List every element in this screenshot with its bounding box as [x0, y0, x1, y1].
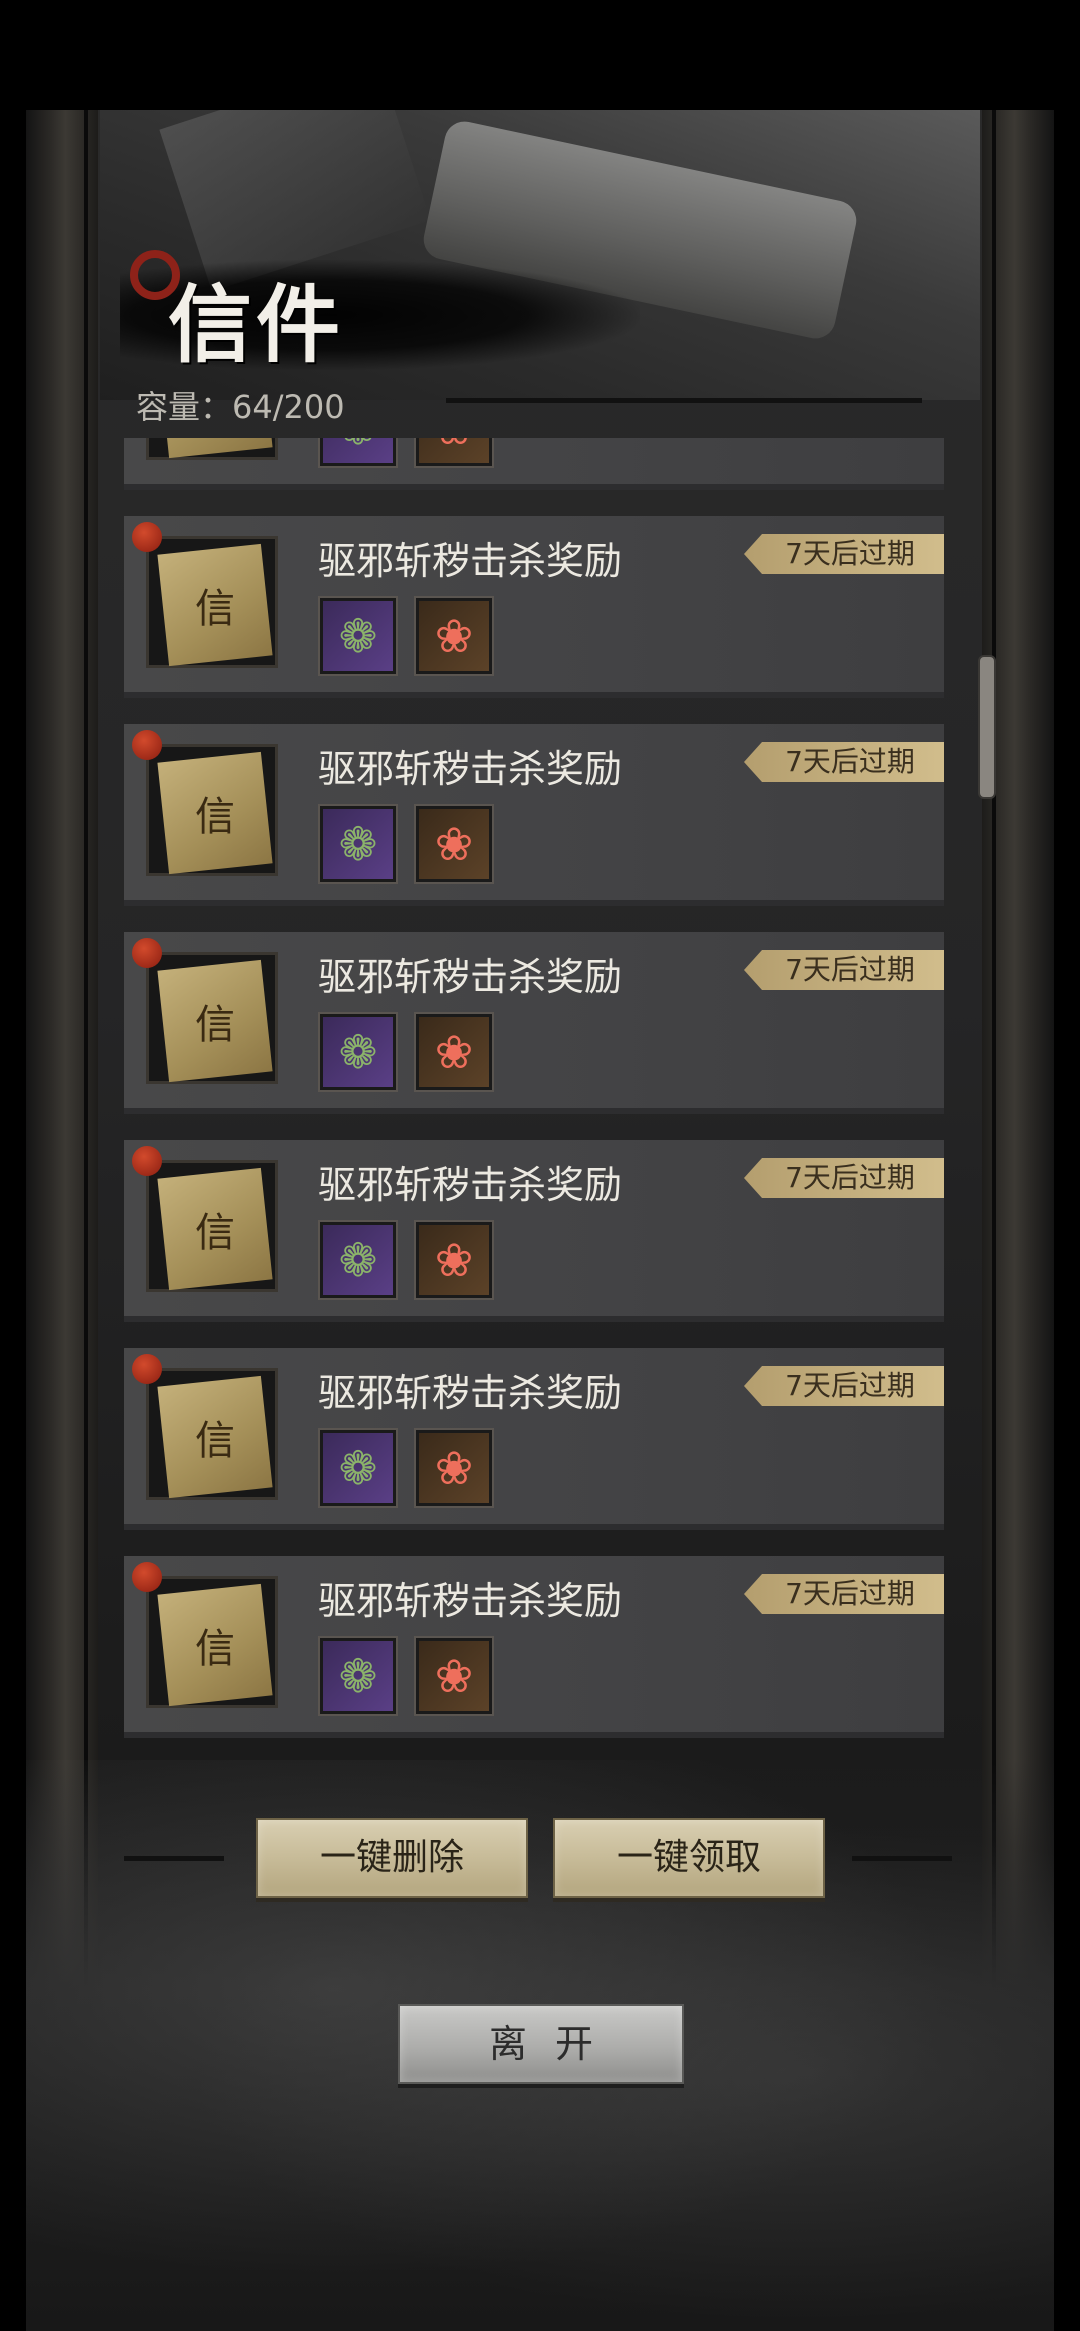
dragon-icon: ❁ — [323, 438, 393, 463]
mail-item[interactable]: 信 驱邪斩秽击杀奖励 7天后过期 ❁ ❀ — [124, 1556, 944, 1738]
left-divider — [124, 1856, 224, 1861]
lotus-icon: ❀ — [434, 1649, 474, 1703]
letter-thumbnail: 信 — [135, 943, 281, 1093]
lotus-reward-item[interactable]: ❀ — [414, 438, 494, 468]
mail-title: 驱邪斩秽击杀奖励 — [318, 955, 623, 999]
expire-tag: 7天后过期 — [744, 1366, 944, 1406]
letter-icon: 信 — [157, 543, 273, 667]
letter-icon-text: 信 — [195, 1626, 235, 1672]
letter-thumbnail: 信 — [135, 1359, 281, 1509]
letter-icon-text: 信 — [195, 1002, 235, 1048]
lotus-icon: ❀ — [419, 438, 489, 463]
expire-tag: 7天后过期 — [744, 1158, 944, 1198]
lotus-icon: ❀ — [434, 1025, 474, 1079]
mail-item[interactable]: 信 驱邪斩秽击杀奖励 7天后过期 ❁ ❀ — [124, 1140, 944, 1322]
dragon-reward-item[interactable]: ❁ — [318, 438, 398, 468]
dragon-icon: ❁ — [338, 817, 378, 871]
lotus-reward-item[interactable]: ❀ — [414, 596, 494, 676]
unread-dot-icon — [132, 730, 162, 760]
lotus-reward-item[interactable]: ❀ — [414, 1220, 494, 1300]
letter-thumbnail: 信 — [135, 438, 281, 469]
letter-icon-text: 信 — [195, 586, 235, 632]
dragon-icon: ❁ — [338, 1233, 378, 1287]
dragon-reward-item[interactable]: ❁ — [318, 804, 398, 884]
capacity-text: 容量：64/200 — [136, 382, 345, 428]
mail-title: 驱邪斩秽击杀奖励 — [318, 1163, 623, 1207]
lotus-icon: ❀ — [434, 609, 474, 663]
letter-icon: 信 — [157, 959, 273, 1083]
letter-icon: 信 — [157, 1167, 273, 1291]
capacity-label: 容量： — [136, 388, 233, 426]
dragon-icon: ❁ — [338, 1649, 378, 1703]
letter-thumbnail: 信 — [135, 1151, 281, 1301]
letter-icon-text: 信 — [195, 1418, 235, 1464]
lotus-reward-item[interactable]: ❀ — [414, 1636, 494, 1716]
mail-title: 驱邪斩秽击杀奖励 — [318, 1579, 623, 1623]
lotus-reward-item[interactable]: ❀ — [414, 804, 494, 884]
dragon-reward-item[interactable]: ❁ — [318, 1012, 398, 1092]
dragon-reward-item[interactable]: ❁ — [318, 1220, 398, 1300]
letter-icon: 信 — [157, 438, 273, 459]
letter-icon-text: 信 — [195, 1210, 235, 1256]
dragon-reward-item[interactable]: ❁ — [318, 1428, 398, 1508]
dragon-reward-item[interactable]: ❁ — [318, 596, 398, 676]
page-title: 信件 — [168, 275, 345, 374]
mail-item[interactable]: 信 驱邪斩秽击杀奖励 7天后过期 ❁ ❀ — [124, 1348, 944, 1530]
scrollbar-thumb[interactable] — [978, 655, 996, 799]
letter-icon: 信 — [157, 1583, 273, 1707]
leave-button[interactable]: 离开 — [398, 2004, 684, 2084]
unread-dot-icon — [132, 1146, 162, 1176]
mail-item[interactable]: 信驱邪斩秽击杀奖励7天后过期❁❀ — [124, 438, 944, 490]
lotus-reward-item[interactable]: ❀ — [414, 1012, 494, 1092]
letter-icon-text: 信 — [195, 794, 235, 840]
mail-item[interactable]: 信 驱邪斩秽击杀奖励 7天后过期 ❁ ❀ — [124, 932, 944, 1114]
letter-icon: 信 — [157, 751, 273, 875]
mail-title: 驱邪斩秽击杀奖励 — [318, 747, 623, 791]
letter-thumbnail: 信 — [135, 527, 281, 677]
dragon-reward-item[interactable]: ❁ — [318, 1636, 398, 1716]
lotus-reward-item[interactable]: ❀ — [414, 1428, 494, 1508]
mail-list[interactable]: 信驱邪斩秽击杀奖励 7天后过期 ❁ ❀ 信驱邪斩秽击杀奖励 7天后过期 ❁ ❀ 信驱邪斩秽击杀奖… — [124, 438, 944, 1778]
capacity-value: 64/200 — [232, 388, 345, 426]
lotus-icon: ❀ — [434, 1441, 474, 1495]
lotus-icon: ❀ — [434, 1233, 474, 1287]
dragon-icon: ❁ — [338, 1441, 378, 1495]
unread-dot-icon — [132, 1562, 162, 1592]
expire-tag: 7天后过期 — [744, 950, 944, 990]
dragon-icon: ❁ — [338, 1025, 378, 1079]
claim-all-button[interactable]: 一键领取 — [553, 1818, 825, 1898]
header-divider — [446, 398, 922, 403]
lotus-icon: ❀ — [434, 817, 474, 871]
dragon-icon: ❁ — [338, 609, 378, 663]
mail-item[interactable]: 信 驱邪斩秽击杀奖励 7天后过期 ❁ ❀ — [124, 516, 944, 698]
unread-dot-icon — [132, 1354, 162, 1384]
mail-title: 驱邪斩秽击杀奖励 — [318, 539, 623, 583]
letter-icon: 信 — [157, 1375, 273, 1499]
mail-item[interactable]: 信 驱邪斩秽击杀奖励 7天后过期 ❁ ❀ — [124, 724, 944, 906]
letter-thumbnail: 信 — [135, 735, 281, 885]
expire-tag: 7天后过期 — [744, 1574, 944, 1614]
mail-title: 驱邪斩秽击杀奖励 — [318, 1371, 623, 1415]
letter-thumbnail: 信 — [135, 1567, 281, 1717]
unread-dot-icon — [132, 522, 162, 552]
delete-all-button[interactable]: 一键删除 — [256, 1818, 528, 1898]
expire-tag: 7天后过期 — [744, 742, 944, 782]
unread-dot-icon — [132, 938, 162, 968]
right-divider — [852, 1856, 952, 1861]
expire-tag: 7天后过期 — [744, 534, 944, 574]
